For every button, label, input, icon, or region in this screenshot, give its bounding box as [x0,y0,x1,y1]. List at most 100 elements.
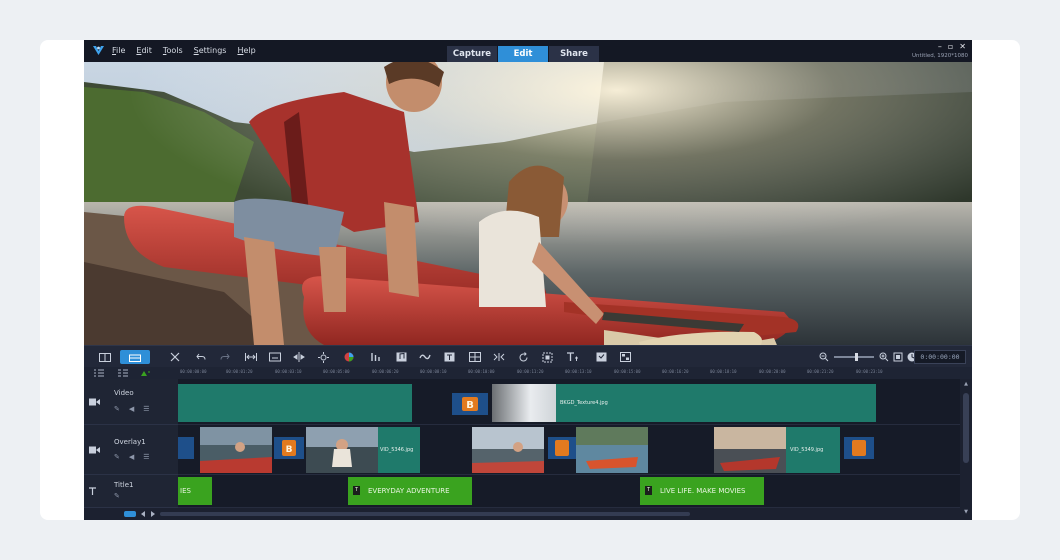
ruler-tick: 00:00:10:00 [468,369,495,374]
storyboard-view-button[interactable] [90,350,120,364]
close-button[interactable]: ✕ [959,42,966,52]
timeline-ruler[interactable]: 00:00:00:00 00:00:01:20 00:00:03:10 00:0… [178,367,972,379]
edit-icon[interactable]: ✎ [114,453,120,461]
overlay-clip-vid-5349[interactable]: VID_5349.jpg [714,427,840,473]
clip-label: VID_5349.jpg [790,447,824,453]
fit-project-button[interactable] [892,350,904,364]
chapter-icon [419,354,431,360]
edit-icon[interactable]: ✎ [114,492,120,500]
tab-capture[interactable]: Capture [447,46,497,62]
title-track-header[interactable]: Title1 ✎ [84,475,178,508]
redo-button[interactable] [218,350,232,364]
menu-tools[interactable]: Tools [163,40,183,62]
overlay-clip[interactable] [548,437,576,459]
clip-thumbnail [200,427,272,473]
timecode-display[interactable]: 0:00:00:00 [914,350,966,364]
speaker-icon[interactable]: ◀ [129,453,134,461]
menu-file[interactable]: File [112,40,125,62]
time-remap-button[interactable] [516,350,530,364]
ruler-tick: 00:00:08:10 [420,369,447,374]
preview-window[interactable] [84,62,972,345]
color-button[interactable] [342,350,356,364]
auto-music-button[interactable] [394,350,408,364]
zoom-slider[interactable] [834,356,874,358]
chapter-button[interactable] [418,350,432,364]
overlay-clip[interactable] [844,437,874,459]
overlay-clip[interactable] [200,427,272,473]
mask-creator-button[interactable] [492,350,506,364]
undo-button[interactable] [194,350,208,364]
text-button[interactable] [564,350,580,364]
video-clip[interactable]: B [452,393,488,415]
video-track-lane[interactable]: B BKGD_Texture4.jpg [178,379,960,425]
track-manager-icon[interactable] [94,369,104,377]
audio-mixer-button[interactable] [368,350,382,364]
title-clip-live-life[interactable]: T LIVE LIFE. MAKE MOVIES [640,477,764,505]
scrollbar-thumb[interactable] [963,393,969,463]
timeline-vertical-scrollbar[interactable]: ▲ ▼ [960,379,972,520]
overlay-track-header[interactable]: Overlay1 ✎ ◀ ☰ [84,425,178,475]
ruler-tick: 00:00:13:10 [565,369,592,374]
ruler-tick: 00:00:20:00 [759,369,786,374]
overlay-clip-vid-5346[interactable]: VID_5346.jpg [306,427,420,473]
subtitle-button[interactable] [268,350,282,364]
title-clip[interactable]: IES [178,477,212,505]
ruler-tick: 00:00:00:00 [180,369,207,374]
title-clip-icon: T [645,486,652,495]
video-track-header[interactable]: Video ✎ ◀ ☰ [84,379,178,425]
restore-button[interactable]: ▫ [948,42,953,52]
chapter-list-icon[interactable] [118,369,128,377]
split-button[interactable] [292,350,306,364]
menu-edit[interactable]: Edit [136,40,152,62]
speaker-icon[interactable]: ◀ [129,405,134,413]
auto-music-icon [396,352,406,362]
timeline-zoom-chip[interactable] [124,511,136,517]
track-menu-icon[interactable]: ☰ [143,453,149,461]
tab-share[interactable]: Share [549,46,599,62]
overlay-clip[interactable] [576,427,648,473]
overlay-clip[interactable] [472,427,544,473]
project-info: Untitled, 1920*1080 [912,53,968,59]
overlay-track-lane[interactable]: B VID_5346.jpg VID_5349.jpg [178,425,960,475]
title-clip-everyday-adventure[interactable]: T EVERYDAY ADVENTURE [348,477,472,505]
scroll-down-icon[interactable]: ▼ [960,509,972,515]
minimize-button[interactable]: – [938,42,942,52]
ruler-tick: 00:00:01:20 [226,369,253,374]
video-collage-button[interactable] [618,350,632,364]
screen-record-button[interactable] [594,350,608,364]
title-clip-label: LIVE LIFE. MAKE MOVIES [660,487,746,495]
timeline-horizontal-scrollbar[interactable] [160,512,690,516]
edit-icon[interactable]: ✎ [114,405,120,413]
multi-camera-button[interactable] [468,350,482,364]
menu-settings[interactable]: Settings [194,40,227,62]
tools-button[interactable] [168,350,182,364]
pan-zoom-icon [542,352,552,362]
overlay-clip[interactable] [178,437,194,459]
motion-track-button[interactable] [316,350,330,364]
timeline-icon [129,354,141,362]
zoom-in-button[interactable] [878,350,890,364]
scroll-right-icon[interactable] [150,511,156,517]
zoom-out-button[interactable] [818,350,830,364]
video-clip-bkgd-texture[interactable]: BKGD_Texture4.jpg [492,384,876,422]
video-clip[interactable] [178,384,412,422]
menu-bar: File Edit Tools Settings Help Capture Ed… [84,40,972,62]
ruler-tick: 00:00:05:00 [323,369,350,374]
menu-help[interactable]: Help [237,40,255,62]
zoom-slider-thumb[interactable] [855,353,858,361]
scroll-up-icon[interactable]: ▲ [960,381,972,387]
track-menu-icon[interactable]: ☰ [143,405,149,413]
title-clip-label: IES [180,487,191,495]
tab-edit[interactable]: Edit [498,46,548,62]
fit-timeline-button[interactable] [244,350,258,364]
timeline-view-button[interactable] [120,350,150,364]
pan-zoom-button[interactable] [540,350,554,364]
scroll-left-icon[interactable] [140,511,146,517]
ripple-edit-icon[interactable] [140,369,150,377]
title-track-lane[interactable]: IES T EVERYDAY ADVENTURE T LIVE LIFE. MA… [178,475,960,508]
ruler-tick: 00:00:03:10 [275,369,302,374]
overlay-clip[interactable]: B [274,437,304,459]
title-button[interactable] [442,350,456,364]
clip-thumbnail [472,427,544,473]
split-icon [293,352,305,362]
